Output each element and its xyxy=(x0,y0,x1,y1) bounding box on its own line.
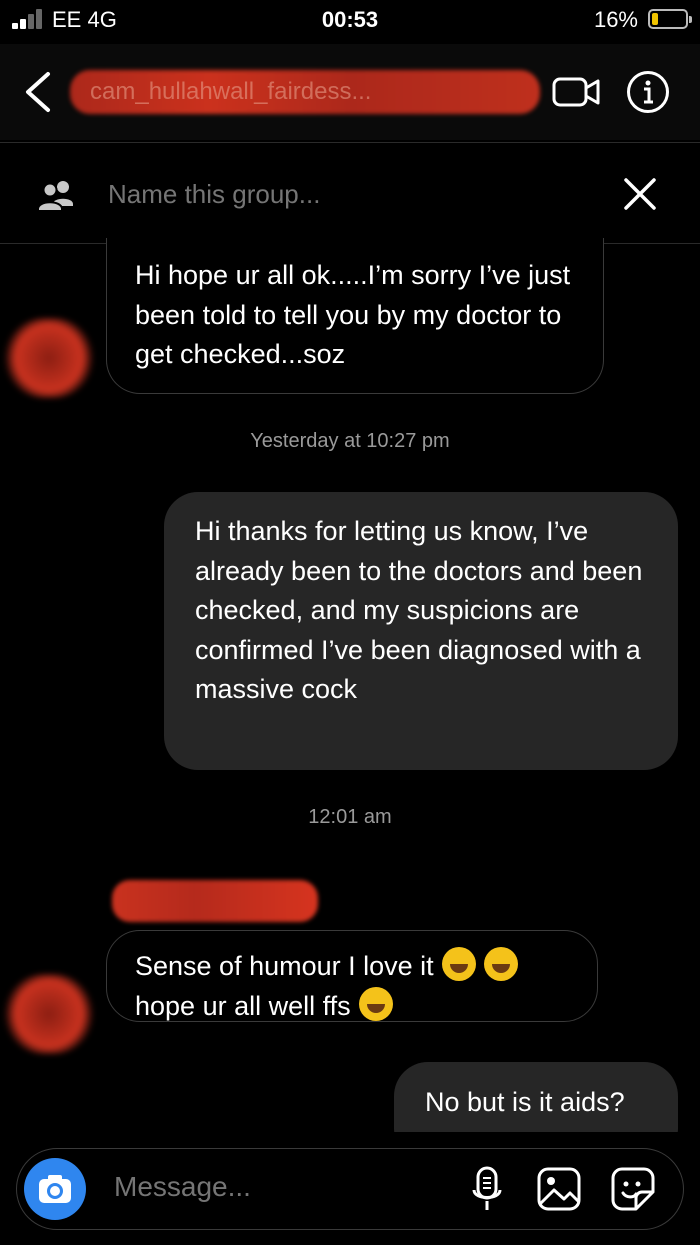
message-text: hope ur all well ffs xyxy=(135,990,351,1021)
message-text: Sense of humour I love it xyxy=(135,951,434,981)
back-arrow-icon[interactable] xyxy=(18,68,58,116)
battery-icon xyxy=(648,9,692,29)
group-name-input[interactable] xyxy=(106,178,530,211)
camera-icon xyxy=(39,1175,71,1203)
outgoing-message[interactable]: Hi thanks for letting us know, I’ve alre… xyxy=(164,492,678,770)
gallery-icon[interactable] xyxy=(536,1166,582,1212)
avatar[interactable] xyxy=(4,318,94,398)
sender-name-redaction xyxy=(112,880,318,922)
timestamp: 12:01 am xyxy=(308,806,392,828)
battery-percent: 16% xyxy=(593,7,638,32)
header-divider xyxy=(0,142,700,143)
video-call-icon[interactable] xyxy=(552,76,600,108)
rofl-emoji-icon xyxy=(483,947,518,981)
timestamp: Yesterday at 10:27 pm xyxy=(250,430,450,452)
microphone-icon[interactable] xyxy=(472,1166,502,1212)
close-icon[interactable] xyxy=(620,174,660,214)
avatar[interactable] xyxy=(4,974,94,1054)
incoming-message[interactable]: Hi hope ur all ok.....I’m sorry I’ve jus… xyxy=(106,238,604,394)
group-icon xyxy=(37,181,73,212)
incoming-message[interactable]: Sense of humour I love it hope ur all we… xyxy=(106,930,598,1022)
message-clip: No but is it aids? xyxy=(0,1060,700,1132)
message-input[interactable] xyxy=(112,1170,446,1204)
outgoing-message[interactable]: No but is it aids? xyxy=(394,1062,678,1132)
chat-title[interactable]: cam_hullahwall_fairdess... xyxy=(70,70,540,114)
info-icon[interactable] xyxy=(626,70,670,114)
rofl-emoji-icon xyxy=(441,947,476,981)
tears-of-joy-emoji-icon xyxy=(358,986,393,1021)
chat-title-text: cam_hullahwall_fairdess... xyxy=(90,78,372,105)
chat-header: cam_hullahwall_fairdess... xyxy=(0,44,700,140)
message-text: No but is it aids? xyxy=(425,1087,625,1117)
sticker-icon[interactable] xyxy=(610,1166,656,1212)
message-text: Hi thanks for letting us know, I’ve alre… xyxy=(195,516,643,704)
message-text: Hi hope ur all ok.....I’m sorry I’ve jus… xyxy=(135,260,571,369)
status-bar: EE 4G 00:53 16% xyxy=(0,0,700,40)
camera-button[interactable] xyxy=(24,1158,86,1220)
